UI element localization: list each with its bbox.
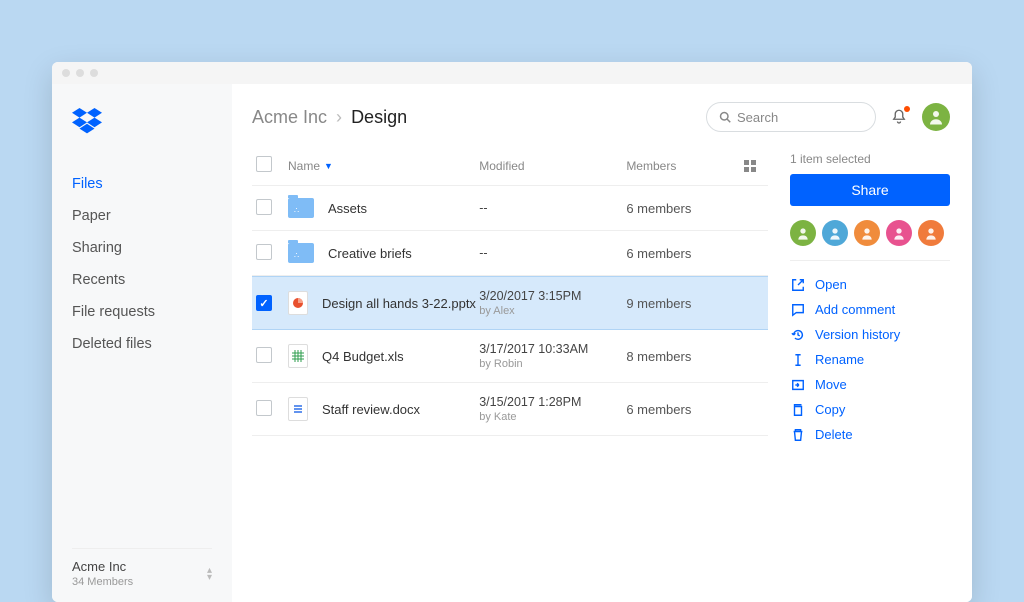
- breadcrumb-separator-icon: ›: [336, 107, 342, 127]
- modified-date: --: [479, 201, 626, 215]
- action-label: Version history: [815, 327, 900, 342]
- notifications-button[interactable]: [890, 108, 908, 126]
- sidebar-item-paper[interactable]: Paper: [72, 200, 212, 232]
- docx-file-icon: [288, 397, 308, 421]
- sidebar-account-switcher[interactable]: Acme Inc 34 Members ▴▾: [72, 548, 212, 588]
- action-comment[interactable]: Add comment: [790, 302, 950, 317]
- action-rename[interactable]: Rename: [790, 352, 950, 367]
- search-input[interactable]: Search: [706, 102, 876, 132]
- member-count: 6 members: [626, 402, 691, 417]
- delete-icon: [790, 428, 805, 442]
- sidebar-item-sharing[interactable]: Sharing: [72, 232, 212, 264]
- action-label: Rename: [815, 352, 864, 367]
- chevron-updown-icon: ▴▾: [207, 567, 212, 581]
- modified-date: --: [479, 246, 626, 260]
- member-count: 9 members: [626, 296, 691, 311]
- window-dot[interactable]: [76, 69, 84, 77]
- window-titlebar: [52, 62, 972, 84]
- column-header-members[interactable]: Members: [626, 159, 744, 173]
- file-row[interactable]: ∴ Creative briefs --6 members: [252, 231, 768, 276]
- action-label: Move: [815, 377, 847, 392]
- selection-count: 1 item selected: [790, 152, 950, 166]
- select-all-checkbox[interactable]: [256, 156, 272, 172]
- view-grid-toggle[interactable]: [744, 160, 764, 172]
- window-dot[interactable]: [90, 69, 98, 77]
- sidebar-item-deleted-files[interactable]: Deleted files: [72, 328, 212, 360]
- modified-date: 3/15/2017 1:28PM: [479, 395, 626, 409]
- user-avatar[interactable]: [922, 103, 950, 131]
- action-label: Add comment: [815, 302, 895, 317]
- search-icon: [719, 111, 731, 123]
- member-count: 6 members: [626, 201, 691, 216]
- member-avatar[interactable]: [790, 220, 816, 246]
- action-label: Open: [815, 277, 847, 292]
- file-name: Staff review.docx: [322, 402, 420, 417]
- file-name: Q4 Budget.xls: [322, 349, 404, 364]
- breadcrumb-current: Design: [351, 107, 407, 127]
- share-button[interactable]: Share: [790, 174, 950, 206]
- row-checkbox[interactable]: [256, 295, 272, 311]
- row-checkbox[interactable]: [256, 199, 272, 215]
- member-count: 8 members: [626, 349, 691, 364]
- list-header: Name ▼ Modified Members: [252, 150, 768, 186]
- breadcrumb: Acme Inc › Design: [252, 107, 692, 128]
- xls-file-icon: [288, 344, 308, 368]
- sidebar-item-recents[interactable]: Recents: [72, 264, 212, 296]
- action-move[interactable]: Move: [790, 377, 950, 392]
- window-dot[interactable]: [62, 69, 70, 77]
- file-row[interactable]: Design all hands 3-22.pptx3/20/2017 3:15…: [252, 276, 768, 330]
- action-label: Delete: [815, 427, 853, 442]
- action-delete[interactable]: Delete: [790, 427, 950, 442]
- pptx-file-icon: [288, 291, 308, 315]
- sidebar-item-files[interactable]: Files: [72, 168, 212, 200]
- account-members: 34 Members: [72, 576, 133, 588]
- main-area: Acme Inc › Design Search: [232, 84, 972, 602]
- sidebar-item-file-requests[interactable]: File requests: [72, 296, 212, 328]
- shared-members: [790, 220, 950, 261]
- history-icon: [790, 328, 805, 342]
- file-row[interactable]: ∴ Assets --6 members: [252, 186, 768, 231]
- modified-date: 3/20/2017 3:15PM: [479, 289, 626, 303]
- file-name: Assets: [328, 201, 367, 216]
- file-row[interactable]: Q4 Budget.xls 3/17/2017 10:33AM by Robin8 …: [252, 330, 768, 383]
- selection-panel: 1 item selected Share Open Add comment Ver…: [790, 150, 950, 602]
- sort-descending-icon: ▼: [324, 161, 333, 171]
- folder-icon: ∴: [288, 198, 314, 218]
- column-header-name[interactable]: Name ▼: [282, 159, 479, 173]
- open-icon: [790, 278, 805, 292]
- modified-date: 3/17/2017 10:33AM: [479, 342, 626, 356]
- breadcrumb-parent[interactable]: Acme Inc: [252, 107, 327, 127]
- row-checkbox[interactable]: [256, 400, 272, 416]
- member-avatar[interactable]: [854, 220, 880, 246]
- member-count: 6 members: [626, 246, 691, 261]
- action-label: Copy: [815, 402, 845, 417]
- account-name: Acme Inc: [72, 559, 133, 574]
- comment-icon: [790, 303, 805, 317]
- notification-badge-icon: [904, 106, 910, 112]
- rename-icon: [790, 353, 805, 367]
- search-placeholder: Search: [737, 110, 778, 125]
- action-history[interactable]: Version history: [790, 327, 950, 342]
- modified-by: by Kate: [479, 411, 626, 423]
- dropbox-logo-icon[interactable]: [72, 108, 212, 134]
- modified-by: by Alex: [479, 305, 626, 317]
- modified-by: by Robin: [479, 358, 626, 370]
- member-avatar[interactable]: [886, 220, 912, 246]
- member-avatar[interactable]: [822, 220, 848, 246]
- row-checkbox[interactable]: [256, 244, 272, 260]
- file-name: Creative briefs: [328, 246, 412, 261]
- app-window: FilesPaperSharingRecentsFile requestsDel…: [52, 62, 972, 602]
- copy-icon: [790, 403, 805, 417]
- row-checkbox[interactable]: [256, 347, 272, 363]
- column-header-modified[interactable]: Modified: [479, 159, 626, 173]
- file-name: Design all hands 3-22.pptx: [322, 296, 476, 311]
- file-row[interactable]: Staff review.docx 3/15/2017 1:28PM by Kate…: [252, 383, 768, 436]
- action-copy[interactable]: Copy: [790, 402, 950, 417]
- folder-icon: ∴: [288, 243, 314, 263]
- move-icon: [790, 378, 805, 392]
- action-open[interactable]: Open: [790, 277, 950, 292]
- member-avatar[interactable]: [918, 220, 944, 246]
- sidebar: FilesPaperSharingRecentsFile requestsDel…: [52, 84, 232, 602]
- file-list: Name ▼ Modified Members ∴Assets--6 membe…: [252, 150, 768, 602]
